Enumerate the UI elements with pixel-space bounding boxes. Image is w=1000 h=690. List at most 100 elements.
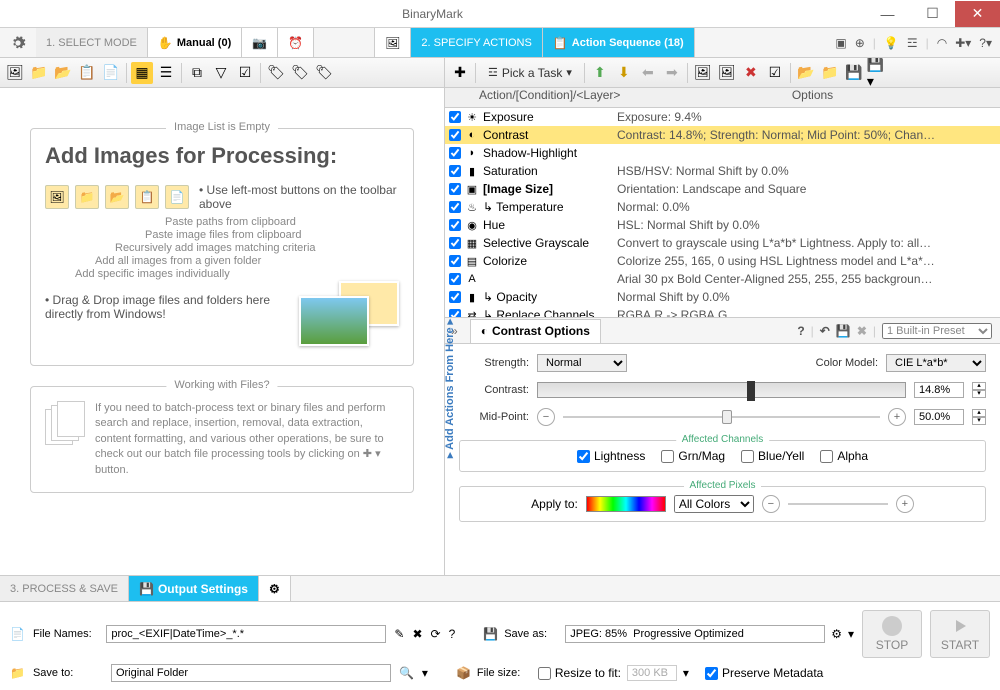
tag1-icon[interactable]: 🏷 [265, 62, 287, 84]
action-checkbox[interactable] [449, 309, 461, 318]
colormodel-select[interactable]: CIE L*a*b* [886, 354, 986, 372]
action-row[interactable]: ☀ Exposure Exposure: 9.4% [445, 108, 1000, 126]
reset-icon[interactable]: ↶ [820, 324, 830, 338]
tab-image[interactable]: 🖼 [374, 28, 411, 57]
gear-icon[interactable] [0, 28, 36, 57]
copy-icon[interactable]: ⧉ [186, 62, 208, 84]
action-row[interactable]: ▦ Selective Grayscale Convert to graysca… [445, 234, 1000, 252]
paste-image-icon[interactable]: 📋 [76, 62, 98, 84]
midpoint-thumb[interactable] [722, 410, 732, 424]
add-folder-icon[interactable]: 📁 [28, 62, 50, 84]
open-icon[interactable]: 📂 [795, 62, 817, 84]
plus-icon[interactable]: ✚▾ [955, 36, 971, 50]
resize-value[interactable] [627, 665, 677, 681]
saveas-icon[interactable]: 💾▾ [867, 62, 889, 84]
contrast-spinner[interactable]: ▴▾ [972, 382, 986, 398]
saveto-search-icon[interactable]: 🔍 [399, 666, 414, 680]
action-checkbox[interactable] [449, 165, 461, 177]
action-list[interactable]: ☀ Exposure Exposure: 9.4% ◐ Contrast Con… [445, 108, 1000, 318]
midpoint-plus[interactable]: + [888, 408, 906, 426]
delete-preset-icon[interactable]: ✖ [857, 324, 867, 338]
action-checkbox[interactable] [449, 273, 461, 285]
action-row[interactable]: ▤ Colorize Colorize 255, 165, 0 using HS… [445, 252, 1000, 270]
action-checkbox[interactable] [449, 201, 461, 213]
apply-to-select[interactable]: All Colors [674, 495, 754, 513]
add-recursive-icon[interactable]: 📂 [52, 62, 74, 84]
action-row[interactable]: ⇄ ↳ Replace Channels RGBA.R -> RGBA.G [445, 306, 1000, 318]
close-button[interactable]: ✕ [955, 1, 1000, 27]
preset-select[interactable]: 1 Built-in Preset [882, 323, 992, 339]
action-row[interactable]: ▮ Saturation HSB/HSV: Normal Shift by 0.… [445, 162, 1000, 180]
add-action-icon[interactable]: ✚ [449, 62, 471, 84]
range-plus[interactable]: + [896, 495, 914, 513]
action-row[interactable]: ▮ ↳ Opacity Normal Shift by 0.0% [445, 288, 1000, 306]
range-minus[interactable]: − [762, 495, 780, 513]
paste-path-icon[interactable]: 📄 [100, 62, 122, 84]
pick-task-button[interactable]: ☲ Pick a Task ▾ [480, 66, 580, 80]
tab-manual[interactable]: ✋ Manual (0) [148, 28, 242, 57]
tab-clock[interactable]: ⏰ [278, 28, 314, 57]
filenames-help-icon[interactable]: ? [449, 627, 456, 641]
stop-button[interactable]: STOP [862, 610, 922, 658]
strength-select[interactable]: Normal [537, 354, 627, 372]
view-list-icon[interactable]: ☰ [155, 62, 177, 84]
checklist-icon[interactable]: ☲ [907, 36, 918, 50]
action-checkbox[interactable] [449, 219, 461, 231]
action-row[interactable]: ♨ ↳ Temperature Normal: 0.0% [445, 198, 1000, 216]
save-icon[interactable]: 💾 [843, 62, 865, 84]
action-checkbox[interactable] [449, 111, 461, 123]
action-row[interactable]: ◗ Shadow-Highlight [445, 144, 1000, 162]
action-row[interactable]: A Arial 30 px Bold Center-Aligned 255, 2… [445, 270, 1000, 288]
preserve-checkbox[interactable]: Preserve Metadata [705, 666, 823, 680]
tab-settings[interactable]: ⚙ [259, 576, 291, 601]
window-icon[interactable]: ▣ [835, 36, 846, 50]
options-tab[interactable]: ◐ Contrast Options [470, 319, 601, 343]
ch-lightness[interactable]: Lightness [577, 449, 645, 463]
action-checkbox[interactable] [449, 147, 461, 159]
help-opt-icon[interactable]: ? [797, 324, 804, 338]
tab-action-sequence[interactable]: 📋 Action Sequence (18) [543, 28, 695, 57]
action-add-icon[interactable]: 🖼 [692, 62, 714, 84]
move-up-icon[interactable]: ⬆ [589, 62, 611, 84]
action-checkbox[interactable] [449, 291, 461, 303]
tag2-icon[interactable]: 🏷 [289, 62, 311, 84]
filenames-revert-icon[interactable]: ⟳ [431, 627, 441, 641]
action-row[interactable]: ◐ Contrast Contrast: 14.8%; Strength: No… [445, 126, 1000, 144]
maximize-button[interactable]: ☐ [910, 1, 955, 27]
resize-checkbox[interactable]: Resize to fit: [538, 666, 621, 680]
saveto-input[interactable] [111, 664, 391, 682]
saveas-gear-icon[interactable]: ⚙ [831, 627, 842, 641]
midpoint-value[interactable] [914, 409, 964, 425]
action-clear-icon[interactable]: ✖ [740, 62, 762, 84]
filenames-clear-icon[interactable]: ✖ [412, 627, 422, 641]
action-row[interactable]: ▣ [Image Size] Orientation: Landscape an… [445, 180, 1000, 198]
move-down-icon[interactable]: ⬇ [613, 62, 635, 84]
save-preset-icon[interactable]: 💾 [836, 324, 851, 338]
filenames-edit-icon[interactable]: ✎ [394, 627, 404, 641]
view-grid-icon[interactable]: ▦ [131, 62, 153, 84]
tab-output-settings[interactable]: 💾 Output Settings [129, 576, 259, 601]
saveas-input[interactable] [565, 625, 825, 643]
contrast-value[interactable] [914, 382, 964, 398]
action-row[interactable]: ◉ Hue HSL: Normal Shift by 0.0% [445, 216, 1000, 234]
midpoint-minus[interactable]: − [537, 408, 555, 426]
start-button[interactable]: START [930, 610, 990, 658]
action-checkbox[interactable] [449, 129, 461, 141]
add-image-icon[interactable]: 🖼 [4, 62, 26, 84]
filenames-input[interactable] [106, 625, 386, 643]
wifi-icon[interactable]: ◠ [937, 36, 947, 50]
resize-dd-icon[interactable]: ▾ [683, 666, 689, 680]
filter-icon[interactable]: ▽ [210, 62, 232, 84]
ch-blue[interactable]: Blue/Yell [741, 449, 804, 463]
saveas-dd-icon[interactable]: ▾ [848, 627, 854, 641]
action-select-icon[interactable]: ☑ [764, 62, 786, 84]
tag3-icon[interactable]: 🏷 [313, 62, 335, 84]
tab-camera[interactable]: 📷 [242, 28, 278, 57]
midpoint-spinner[interactable]: ▴▾ [972, 409, 986, 425]
action-checkbox[interactable] [449, 255, 461, 267]
recent-icon[interactable]: 📁 [819, 62, 841, 84]
help-icon[interactable]: ?▾ [979, 36, 992, 50]
redo-icon[interactable]: ➡ [661, 62, 683, 84]
action-checkbox[interactable] [449, 237, 461, 249]
contrast-slider[interactable] [537, 382, 906, 398]
